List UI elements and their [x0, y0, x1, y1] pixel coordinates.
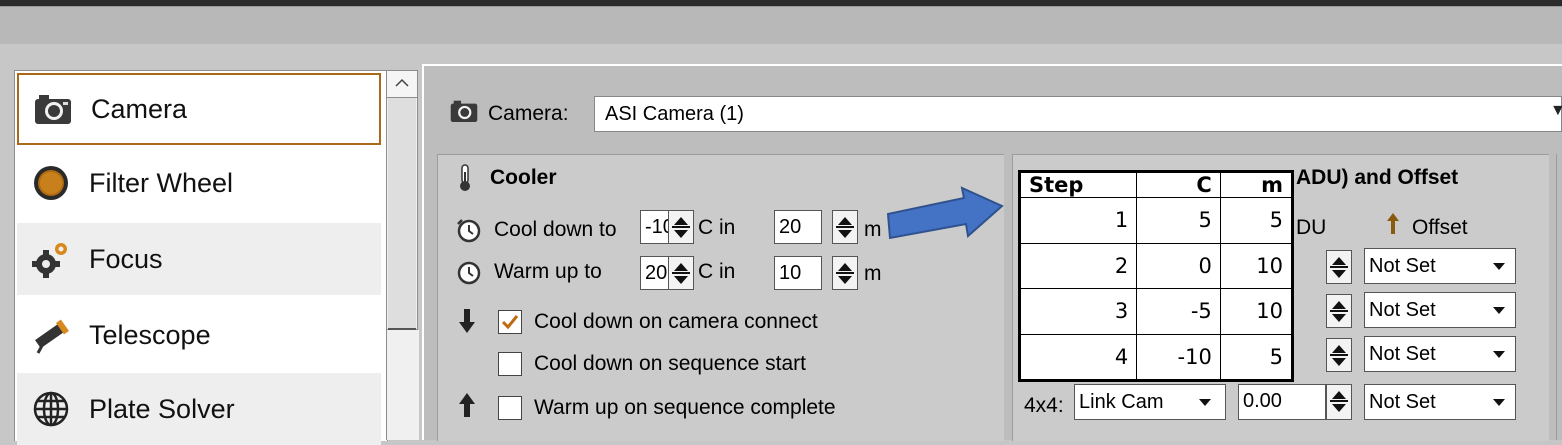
table-cell: 5	[1219, 197, 1293, 244]
cool-down-clock-icon	[456, 218, 482, 249]
sidebar-item-plate-solver[interactable]: Plate Solver	[17, 373, 381, 445]
gain-mode-value: Link Cam	[1079, 391, 1164, 413]
sidebar-item-label: Camera	[91, 93, 188, 124]
chevron-down-icon[interactable]: ▼	[1550, 102, 1562, 120]
chevron-down-icon	[1199, 399, 1211, 406]
cool-on-sequence-start-checkbox[interactable]	[498, 352, 522, 376]
table-row: 4 -10 5	[1019, 333, 1293, 380]
globe-icon	[31, 389, 71, 429]
camera-label: Camera:	[488, 102, 569, 125]
warm-on-sequence-complete-checkbox[interactable]	[498, 396, 522, 420]
gain-value-input-4x4[interactable]: 0.00	[1238, 384, 1326, 420]
warm-up-minutes-input[interactable]: 10	[774, 256, 822, 290]
filter-wheel-icon	[31, 163, 71, 203]
sidebar-item-telescope[interactable]: Telescope	[17, 299, 381, 371]
warm-up-label: Warm up to	[494, 260, 602, 283]
thermometer-icon	[458, 164, 472, 197]
cooler-title: Cooler	[490, 166, 557, 189]
cool-down-temp-stepper[interactable]	[668, 210, 694, 244]
callout-arrow	[886, 186, 1004, 249]
cooling-steps-table: Step C m 1 5 5 2 0 10 3 -5 10 4 -10 5	[1019, 172, 1293, 380]
table-row: 2 0 10	[1019, 242, 1293, 289]
gain-stepper-1x1[interactable]	[1326, 250, 1352, 284]
sidebar-item-filter-wheel[interactable]: Filter Wheel	[17, 147, 381, 219]
sidebar-item-camera[interactable]: Camera	[17, 73, 381, 145]
chevron-down-icon	[1493, 263, 1505, 270]
sidebar-item-label: Filter Wheel	[89, 167, 234, 198]
sidebar-item-label: Telescope	[89, 319, 211, 350]
sidebar-item-label: Plate Solver	[89, 393, 235, 424]
cool-down-label: Cool down to	[494, 218, 617, 241]
offset-select-1x1[interactable]: Not Set	[1364, 248, 1516, 284]
table-cell: -5	[1136, 288, 1221, 335]
chevron-down-icon	[1493, 399, 1505, 406]
next-panel-edge	[1556, 154, 1562, 440]
sidebar-item-focus[interactable]: Focus	[17, 223, 381, 295]
warm-up-clock-icon	[456, 260, 482, 291]
warm-up-minutes-stepper[interactable]	[832, 256, 858, 290]
cool-on-connect-label: Cool down on camera connect	[534, 310, 818, 333]
camera-icon	[33, 89, 73, 129]
gain-mode-select-4x4[interactable]: Link Cam	[1074, 384, 1226, 420]
chevron-down-icon	[1493, 351, 1505, 358]
table-row: 1 5 5	[1019, 197, 1293, 244]
table-cell: 3	[1019, 288, 1138, 335]
offset-value: Not Set	[1369, 343, 1436, 365]
offset-select-3x3[interactable]: Not Set	[1364, 336, 1516, 372]
cool-on-sequence-start-label: Cool down on sequence start	[534, 352, 807, 375]
cool-down-unit-label: m	[864, 218, 882, 241]
offset-value: Not Set	[1369, 391, 1436, 413]
table-cell: 10	[1219, 288, 1293, 335]
offset-select-2x2[interactable]: Not Set	[1364, 292, 1516, 328]
scroll-up-button[interactable]	[386, 70, 418, 98]
equipment-sidebar: Camera Filter Wheel Focus Telescope Plat…	[14, 70, 388, 445]
warm-up-c-in-label: C in	[698, 260, 736, 283]
sidebar-below-area	[386, 330, 419, 440]
table-cell: 10	[1219, 242, 1293, 289]
offset-select-4x4[interactable]: Not Set	[1364, 384, 1516, 420]
gain-stepper-4x4[interactable]	[1326, 384, 1352, 420]
toolbar-band	[0, 6, 1562, 45]
gain-column-header: DU	[1296, 216, 1327, 239]
table-cell: 5	[1136, 197, 1221, 244]
cool-down-minutes-stepper[interactable]	[832, 210, 858, 244]
warm-up-temp-stepper[interactable]	[668, 256, 694, 290]
cooling-steps-table-overlay: Step C m 1 5 5 2 0 10 3 -5 10 4 -10 5	[1018, 170, 1294, 382]
table-cell: 0	[1136, 242, 1221, 289]
offset-column-header: Offset	[1412, 216, 1468, 239]
cool-on-connect-checkbox[interactable]	[498, 310, 522, 334]
cool-down-minutes-input[interactable]: 20	[774, 210, 822, 244]
camera-icon	[450, 99, 478, 128]
cool-down-c-in-label: C in	[698, 216, 736, 239]
gears-icon	[31, 239, 71, 279]
gain-stepper-3x3[interactable]	[1326, 338, 1352, 372]
table-cell: 1	[1019, 197, 1138, 244]
warm-up-unit-label: m	[864, 262, 882, 285]
arrow-up-icon	[458, 392, 476, 423]
offset-value: Not Set	[1369, 255, 1436, 277]
offset-value: Not Set	[1369, 299, 1436, 321]
table-header-row: Step C m	[1019, 172, 1293, 198]
camera-select[interactable]: ASI Camera (1)	[594, 96, 1562, 132]
gain-stepper-2x2[interactable]	[1326, 294, 1352, 328]
telescope-icon	[31, 315, 71, 355]
offset-arrow-icon	[1386, 212, 1400, 243]
warm-on-sequence-complete-label: Warm up on sequence complete	[534, 396, 836, 419]
table-header: m	[1219, 172, 1293, 198]
scrollbar-thumb[interactable]	[388, 98, 416, 330]
gain-offset-title: ADU) and Offset	[1296, 166, 1459, 189]
table-header: Step	[1019, 172, 1138, 198]
arrow-down-icon	[458, 308, 476, 339]
table-row: 3 -5 10	[1019, 288, 1293, 335]
table-cell: -10	[1136, 333, 1221, 380]
chevron-down-icon	[1493, 307, 1505, 314]
binning-4x4-label: 4x4:	[1024, 394, 1064, 417]
table-cell: 5	[1219, 333, 1293, 380]
sidebar-item-label: Focus	[89, 243, 163, 274]
table-cell: 2	[1019, 242, 1138, 289]
table-header: C	[1136, 172, 1221, 198]
table-cell: 4	[1019, 333, 1138, 380]
